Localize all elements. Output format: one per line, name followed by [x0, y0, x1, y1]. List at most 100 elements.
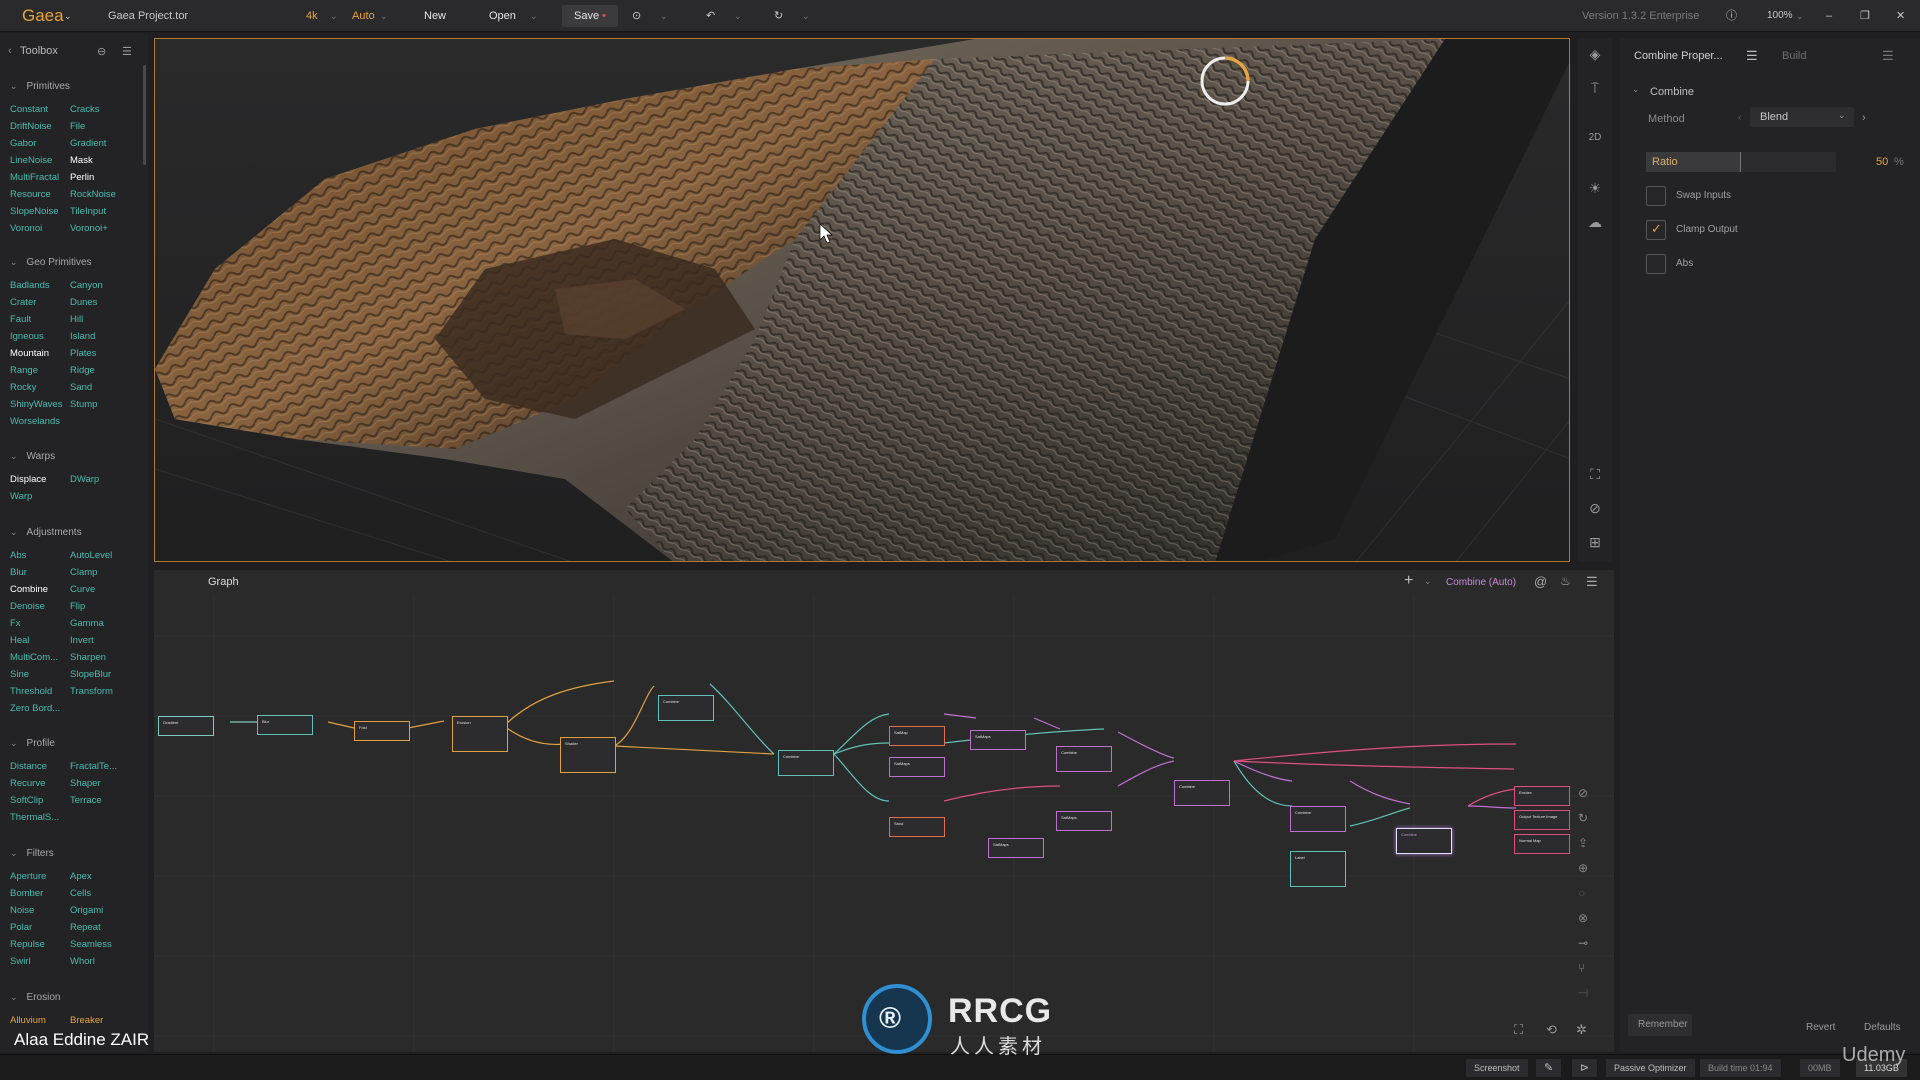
node-seamless[interactable]: Seamless — [70, 939, 112, 950]
node-voronoi[interactable]: Voronoi — [10, 223, 42, 234]
graph-node[interactable]: Fold — [354, 721, 410, 741]
node-multicombine[interactable]: MultiCom... — [10, 652, 58, 663]
graph-node[interactable]: Erodex — [1514, 786, 1570, 806]
app-menu-chevron-icon[interactable]: ⌄ — [64, 0, 72, 32]
node-worselands[interactable]: Worselands — [10, 416, 60, 427]
properties-menu-icon[interactable]: ☰ — [1746, 48, 1758, 64]
node-file[interactable]: File — [70, 121, 85, 132]
defaults-button[interactable]: Defaults — [1864, 1022, 1901, 1033]
graph-node[interactable]: Normal Map — [1514, 834, 1570, 854]
node-badlands[interactable]: Badlands — [10, 280, 50, 291]
clamp-output-checkbox[interactable] — [1646, 220, 1666, 240]
build-menu-icon[interactable]: ☰ — [1882, 48, 1894, 64]
node-ridge[interactable]: Ridge — [70, 365, 95, 376]
view-2d-button[interactable]: 2D — [1578, 132, 1612, 143]
graph-node[interactable]: Combine — [778, 750, 834, 776]
node-igneous[interactable]: Igneous — [10, 331, 44, 342]
node-blur[interactable]: Blur — [10, 567, 27, 578]
node-denoise[interactable]: Denoise — [10, 601, 45, 612]
node-swirl[interactable]: Swirl — [10, 956, 31, 967]
node-canyon[interactable]: Canyon — [70, 280, 103, 291]
node-voronoi-plus[interactable]: Voronoi+ — [70, 223, 108, 234]
node-perlin[interactable]: Perlin — [70, 172, 94, 183]
node-slopenoise[interactable]: SlopeNoise — [10, 206, 59, 217]
node-thermalshaper[interactable]: ThermalS... — [10, 812, 59, 823]
node-rocknoise[interactable]: RockNoise — [70, 189, 116, 200]
method-select[interactable]: Blend ⌄ — [1750, 107, 1854, 127]
refresh-icon[interactable]: ↻ — [1578, 811, 1588, 825]
node-shaper[interactable]: Shaper — [70, 778, 101, 789]
abs-checkbox[interactable] — [1646, 254, 1666, 274]
resolution-select[interactable]: 4k — [306, 0, 318, 32]
frame-icon[interactable]: ⛶ — [1578, 466, 1612, 483]
graph-node[interactable]: Combine — [1174, 780, 1230, 806]
node-fx[interactable]: Fx — [10, 618, 21, 629]
at-icon[interactable]: @ — [1534, 574, 1547, 589]
graph-node[interactable]: Sand — [889, 817, 945, 837]
dot-icon[interactable]: ○ — [1578, 886, 1585, 900]
graph-menu-icon[interactable]: ☰ — [1586, 574, 1598, 590]
node-recurve[interactable]: Recurve — [10, 778, 45, 789]
node-stump[interactable]: Stump — [70, 399, 97, 410]
node-flip[interactable]: Flip — [70, 601, 85, 612]
node-mountain[interactable]: Mountain — [10, 348, 49, 359]
node-gradient[interactable]: Gradient — [70, 138, 106, 149]
node-abs[interactable]: Abs — [10, 550, 26, 561]
ratio-value[interactable]: 50 — [1876, 156, 1888, 168]
node-autolevel[interactable]: AutoLevel — [70, 550, 112, 561]
target-chevron-icon[interactable]: ⌄ — [660, 0, 668, 32]
connect-icon[interactable]: ⊸ — [1578, 936, 1588, 950]
layers-icon[interactable]: ◈ — [1578, 46, 1612, 63]
revert-button[interactable]: Revert — [1806, 1022, 1835, 1033]
branch-icon[interactable]: ⑂ — [1578, 961, 1585, 975]
node-distance[interactable]: Distance — [10, 761, 47, 772]
section-chevron-icon[interactable]: ⌄ — [1632, 84, 1640, 95]
undo-icon[interactable]: ↶ — [706, 0, 715, 32]
graph-node[interactable]: SatMap — [889, 726, 945, 746]
undo-chevron-icon[interactable]: ⌄ — [734, 0, 742, 32]
node-shinywaves[interactable]: ShinyWaves — [10, 399, 62, 410]
node-resource[interactable]: Resource — [10, 189, 51, 200]
node-repulse[interactable]: Repulse — [10, 939, 45, 950]
graph-node[interactable]: Erosion — [452, 716, 508, 752]
open-chevron-icon[interactable]: ⌄ — [530, 0, 538, 32]
node-constant[interactable]: Constant — [10, 104, 48, 115]
node-rocky[interactable]: Rocky — [10, 382, 36, 393]
add-node-icon[interactable]: + — [1404, 572, 1413, 590]
node-hill[interactable]: Hill — [70, 314, 83, 325]
node-range[interactable]: Range — [10, 365, 38, 376]
node-invert[interactable]: Invert — [70, 635, 94, 646]
resolution-chevron-icon[interactable]: ⌄ — [330, 0, 338, 32]
sun-icon[interactable]: ☀ — [1578, 180, 1612, 197]
node-driftnoise[interactable]: DriftNoise — [10, 121, 52, 132]
app-logo[interactable]: Gaea — [22, 0, 64, 32]
toggle-view-icon[interactable]: ⊖ — [97, 45, 106, 58]
tab-properties[interactable]: Combine Proper... — [1634, 50, 1723, 62]
pencil-icon[interactable]: ✎ — [1536, 1059, 1562, 1077]
category-adjustments[interactable]: ⌄ Adjustments — [10, 527, 82, 538]
redo-chevron-icon[interactable]: ⌄ — [802, 0, 810, 32]
node-softclip[interactable]: SoftClip — [10, 795, 43, 806]
node-cracks[interactable]: Cracks — [70, 104, 100, 115]
stamp-icon[interactable]: ⍑ — [1578, 80, 1612, 97]
graph-panel[interactable]: Graph + ⌄ Combine (Auto) @ ♨ ☰ Gradient … — [154, 570, 1614, 1052]
node-alluvium[interactable]: Alluvium — [10, 1015, 46, 1026]
node-zero-border[interactable]: Zero Bord... — [10, 703, 60, 714]
category-filters[interactable]: ⌄ Filters — [10, 848, 54, 859]
node-sharpen[interactable]: Sharpen — [70, 652, 106, 663]
close-icon[interactable]: ✕ — [1896, 0, 1905, 32]
node-displace[interactable]: Displace — [10, 474, 46, 485]
ratio-slider[interactable]: Ratio — [1646, 152, 1836, 172]
node-mask[interactable]: Mask — [70, 155, 93, 166]
node-curve[interactable]: Curve — [70, 584, 95, 595]
node-dwarp[interactable]: DWarp — [70, 474, 99, 485]
graph-node[interactable]: Blur — [257, 715, 313, 735]
category-profile[interactable]: ⌄ Profile — [10, 738, 55, 749]
graph-node[interactable]: Combine — [658, 695, 714, 721]
pin-icon[interactable]: ⊣ — [1578, 986, 1588, 1000]
node-heal[interactable]: Heal — [10, 635, 30, 646]
remember-button[interactable]: Remember — [1628, 1014, 1692, 1036]
node-fractalterraces[interactable]: FractalTe... — [70, 761, 117, 772]
active-node-label[interactable]: Combine (Auto) — [1446, 577, 1516, 588]
node-repeat[interactable]: Repeat — [70, 922, 101, 933]
